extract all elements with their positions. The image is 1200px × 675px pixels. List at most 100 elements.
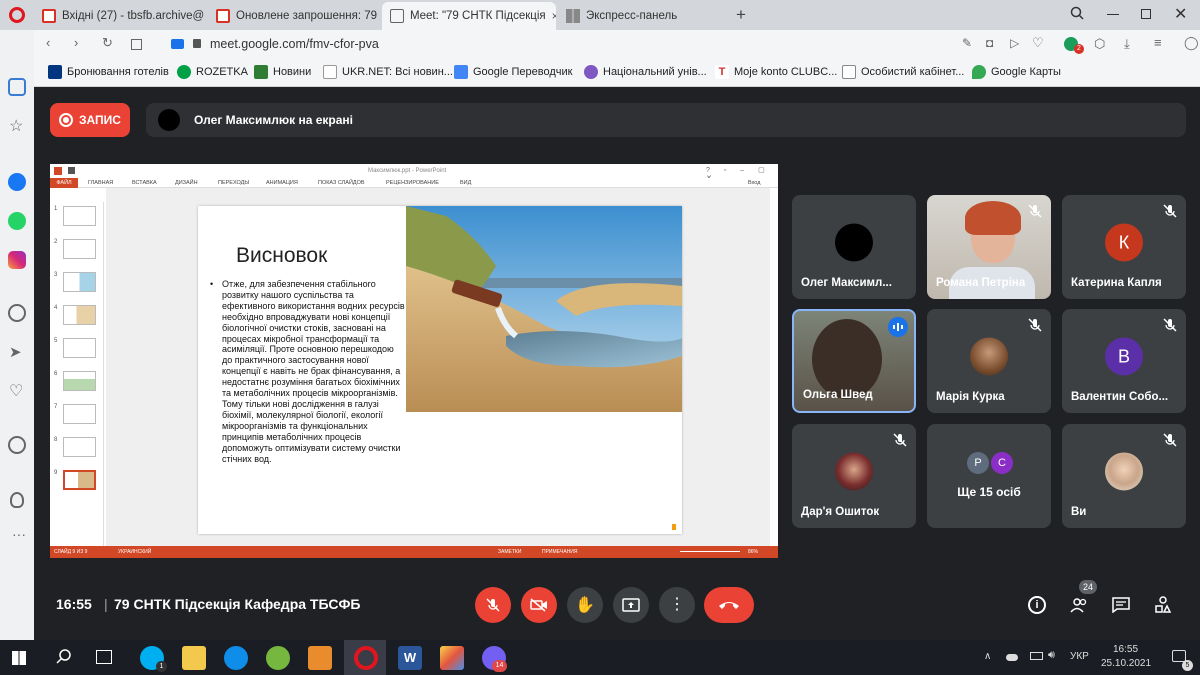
save-icon [68,167,75,174]
download-icon[interactable]: ⤓ [1124,36,1130,52]
chat-button[interactable] [1109,593,1133,617]
bookmark-item[interactable]: ROZETKA [177,65,248,79]
bookmark-item[interactable]: Бронювання готелів [48,65,169,79]
bookmark-label: ROZETKA [196,66,248,78]
opera-taskbar-icon[interactable] [354,646,378,670]
tab-search-icon[interactable] [1070,6,1084,20]
more-options-button[interactable]: ⋮ [659,587,695,623]
beach-pipe-photo [406,206,682,412]
account-icon[interactable]: ◯ [1184,35,1199,51]
back-icon[interactable]: ‹ [46,35,50,50]
participant-tile[interactable]: К Катерина Капля [1062,195,1186,299]
clock-date[interactable]: 25.10.2021 [1101,658,1151,669]
windows-start-icon[interactable] [12,651,26,665]
search-icon[interactable] [56,648,72,664]
participant-name: Ви [1071,506,1087,518]
whatsapp-icon[interactable] [8,212,26,230]
tab-speed-dial[interactable]: Экспресс-панель [558,2,728,30]
participant-name: Романа Петріна [936,277,1026,289]
edit-icon[interactable]: ✎ [962,36,972,50]
people-button[interactable] [1067,593,1091,617]
bookmark-item[interactable]: UKR.NET: Всі новин... [323,65,453,79]
activities-button[interactable] [1151,593,1175,617]
snapshot-icon[interactable]: ◘ [986,36,993,50]
word-icon[interactable]: W [398,646,422,670]
share-icon[interactable]: ▷ [1010,36,1019,50]
more-participants-tile[interactable]: P C Ще 15 осіб [927,424,1051,528]
more-icon[interactable]: ··· [12,526,26,542]
participant-tile-self[interactable]: Ви [1062,424,1186,528]
raise-hand-button[interactable]: ✋ [567,587,603,623]
tab-gmail-invite[interactable]: Оновлене запрошення: 79 × [208,2,380,30]
close-window-button[interactable]: ✕ [1174,4,1187,24]
meeting-info-button[interactable]: i [1025,593,1049,617]
camera-off-icon [530,598,547,612]
language-indicator[interactable]: УКР [1070,651,1089,662]
media-player-icon[interactable] [308,646,332,670]
speaker-icon[interactable]: 🔊︎ [1048,649,1055,662]
ppt-tab: АНИМАЦИЯ [266,180,298,186]
history-icon[interactable] [8,436,26,454]
ppt-tab: ПОКАЗ СЛАЙДОВ [318,180,365,186]
utorrent-icon[interactable] [266,646,290,670]
reload-icon[interactable]: ↻ [102,35,113,51]
participant-tile[interactable]: Романа Петріна [927,195,1051,299]
close-icon[interactable]: × [546,9,556,23]
paint-icon[interactable] [440,646,464,670]
participant-tile-speaking[interactable]: Ольга Швед [792,309,916,413]
close-icon[interactable]: × [377,9,380,23]
favorite-icon[interactable]: ♡ [1032,35,1044,51]
star-icon[interactable]: ☆ [9,116,23,136]
onedrive-icon[interactable] [1006,654,1018,661]
new-tab-button[interactable]: + [736,5,746,25]
bookmark-item[interactable]: Національний унів... [584,65,707,79]
teamviewer-icon[interactable] [224,646,248,670]
participant-tile[interactable]: Олег Максимл... [792,195,916,299]
camera-toggle-button[interactable] [521,587,557,623]
heart-icon[interactable]: ♡ [9,381,23,401]
participant-tile[interactable]: В Валентин Собо... [1062,309,1186,413]
bookmark-item[interactable]: Google Переводчик [454,65,573,79]
record-icon [59,113,74,127]
tray-chevron-icon[interactable]: ∧ [984,651,991,662]
bullet-icon: • [210,279,214,289]
cube-icon[interactable]: ⬡ [1094,36,1105,52]
task-view-icon[interactable] [96,650,112,664]
url-text[interactable]: meet.google.com/fmv-cfor-pva [210,37,379,51]
lightbulb-icon[interactable] [10,492,24,508]
mic-toggle-button[interactable] [475,587,511,623]
lock-icon [193,39,201,48]
bookmark-item[interactable]: Google Карты [972,65,1061,79]
participant-tile[interactable]: Дар'я Ошиток [792,424,916,528]
record-label: ЗАПИС [79,113,121,127]
bookmark-item[interactable]: T Moje konto CLUBC... [715,65,837,79]
menu-icon[interactable]: ≡ [1154,35,1162,50]
opera-logo-icon[interactable] [9,7,25,23]
messenger-icon[interactable] [8,173,26,191]
tab-label: Экспресс-панель [586,10,678,22]
home-icon[interactable] [8,78,26,96]
participant-tile[interactable]: Марія Курка [927,309,1051,413]
bookmark-item[interactable]: Особистий кабінет... [842,65,964,79]
send-icon[interactable]: ➤ [9,343,22,361]
present-button[interactable] [613,587,649,623]
minimize-button[interactable] [1107,14,1119,15]
tab-meet[interactable]: Meet: "79 СНТК Підсекція × [382,2,556,30]
hang-up-button[interactable] [704,587,754,623]
forward-icon[interactable]: › [74,35,78,50]
tabs-grid-icon[interactable] [131,39,142,50]
instagram-icon[interactable] [8,251,26,269]
battery-icon[interactable] [1030,652,1043,660]
player-icon[interactable] [8,304,26,322]
file-explorer-icon[interactable] [182,646,206,670]
tab-gmail-inbox[interactable]: Вхідні (27) - tbsfb.archive@ × [34,2,206,30]
slide-thumbnail [63,437,96,457]
close-icon[interactable]: × [204,9,206,23]
slide-thumbnail [63,371,96,391]
ppt-file-tab: ФАЙЛ [50,178,78,188]
bookmark-item[interactable]: Новини [254,65,311,79]
slide-body-text: Отже, для забезпечення стабільного розви… [222,279,405,464]
record-indicator[interactable]: ЗАПИС [50,103,130,137]
restore-button[interactable] [1141,9,1151,19]
clock-time[interactable]: 16:55 [1113,644,1138,655]
